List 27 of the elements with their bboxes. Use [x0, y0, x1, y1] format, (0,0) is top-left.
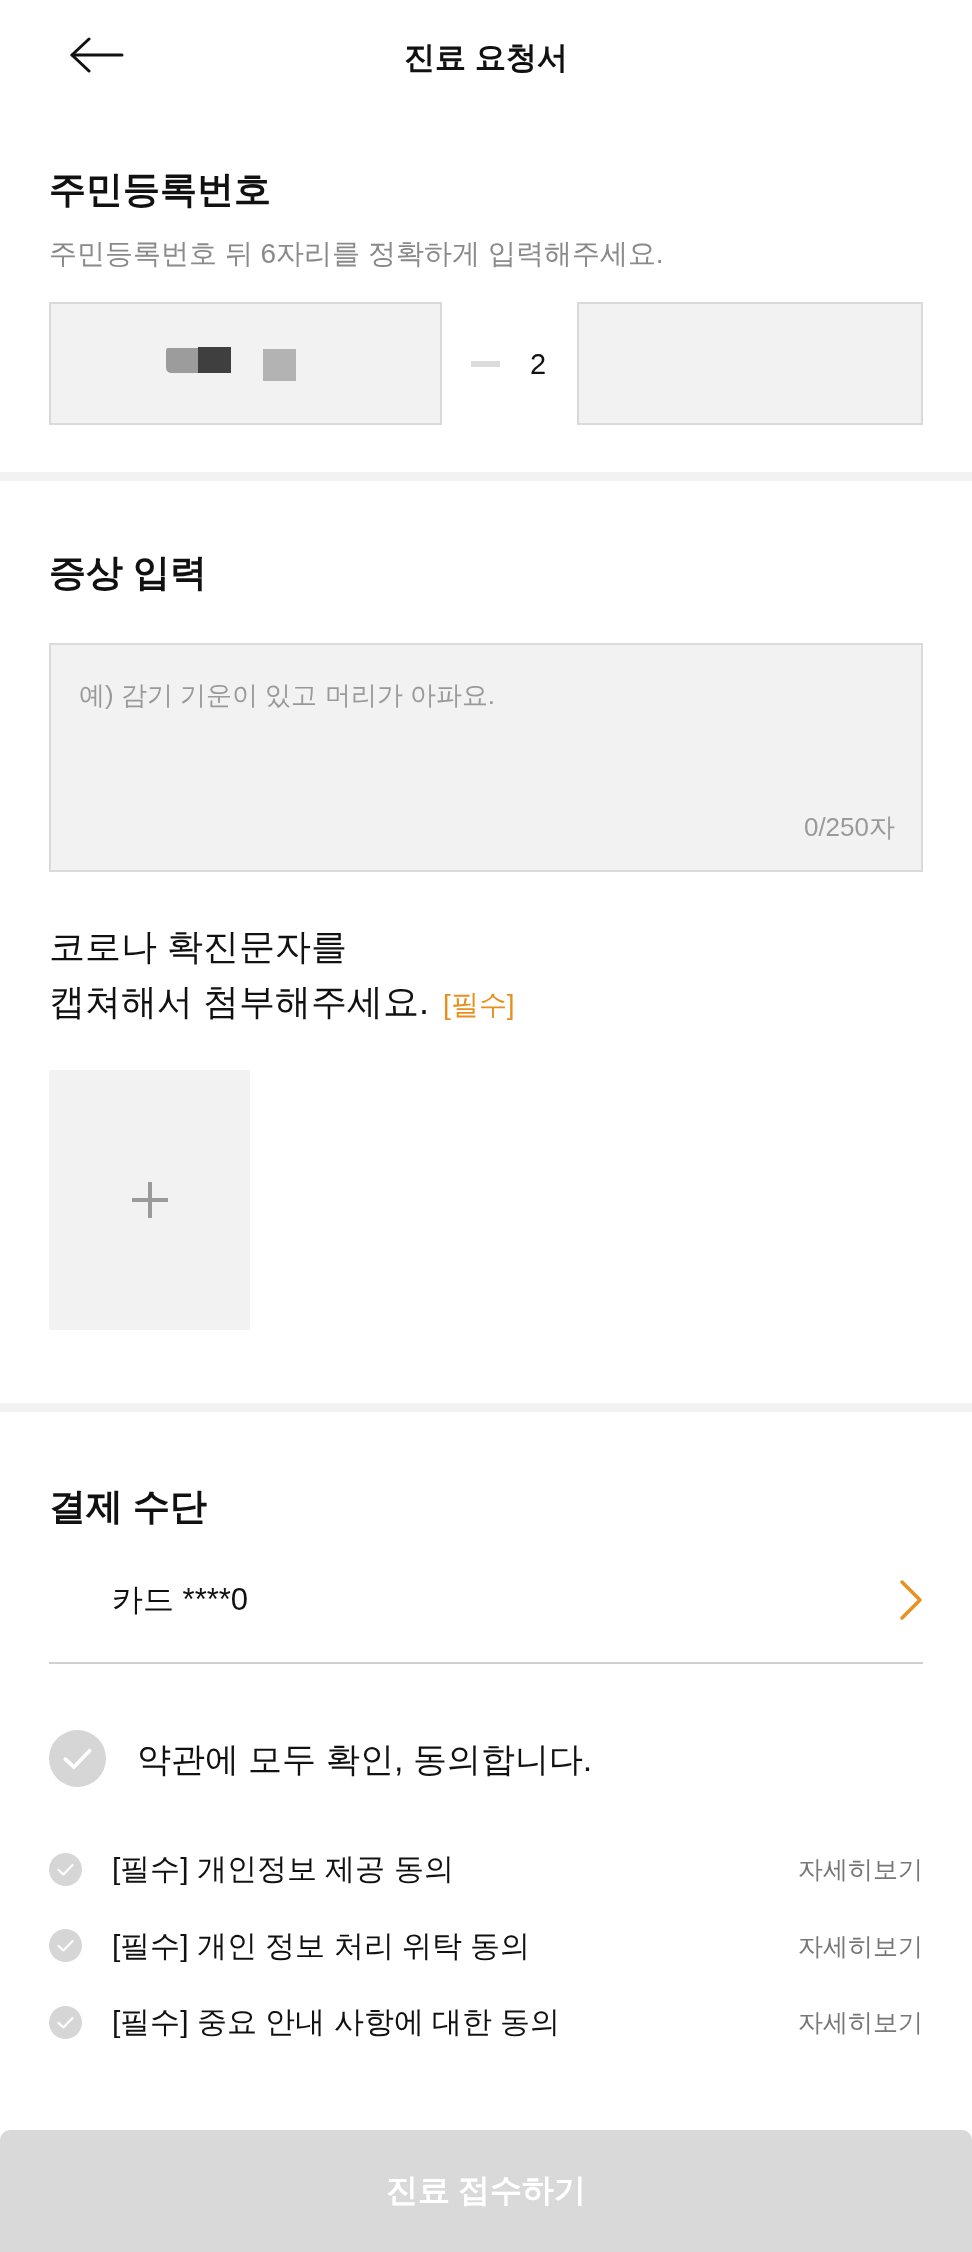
page-title: 진료 요청서 — [404, 39, 568, 77]
details-link[interactable]: 자세히보기 — [798, 1852, 923, 1886]
hint-text: 주민등록번호 뒤 6자리를 정확하게 입력해주세요. — [49, 237, 665, 271]
agree-all-label[interactable]: 약관에 모두 확인, 동의합니다. — [137, 1736, 593, 1781]
required-tag: [필수] — [443, 989, 515, 1020]
terms-checkbox[interactable] — [49, 2005, 82, 2039]
terms-checkbox[interactable] — [49, 1929, 82, 1962]
section-heading: 주민등록번호 — [49, 168, 272, 212]
char-counter: 0/250자 — [803, 811, 895, 844]
id-number-field[interactable] — [577, 302, 923, 425]
agree-all-checkbox[interactable] — [49, 1730, 106, 1787]
details-link[interactable]: 자세히보기 — [798, 1928, 923, 1963]
id-digit-text: 2 — [530, 346, 547, 382]
section-heading: 증상 입력 — [49, 551, 209, 595]
plus-icon — [131, 1182, 168, 1218]
payment-method-button[interactable]: 카드 ****0 — [49, 1565, 923, 1635]
details-link[interactable]: 자세히보기 — [798, 2005, 923, 2039]
add-image-button[interactable] — [49, 1070, 250, 1330]
attach-instruction: 코로나 확진문자를 캡쳐해서 첨부해주세요. — [49, 926, 429, 1022]
id-number-field[interactable] — [49, 302, 442, 425]
section-heading: 결제 수단 — [49, 1485, 209, 1529]
dash-icon — [471, 360, 500, 367]
chevron-right-icon — [899, 1579, 923, 1621]
terms-label[interactable]: [필수] 개인정보 제공 동의 — [112, 1849, 798, 1889]
terms-checkbox[interactable] — [49, 1852, 82, 1886]
terms-label[interactable]: [필수] 개인 정보 처리 위탁 동의 — [112, 1925, 798, 1966]
terms-label[interactable]: [필수] 중요 안내 사항에 대한 동의 — [112, 2002, 798, 2042]
